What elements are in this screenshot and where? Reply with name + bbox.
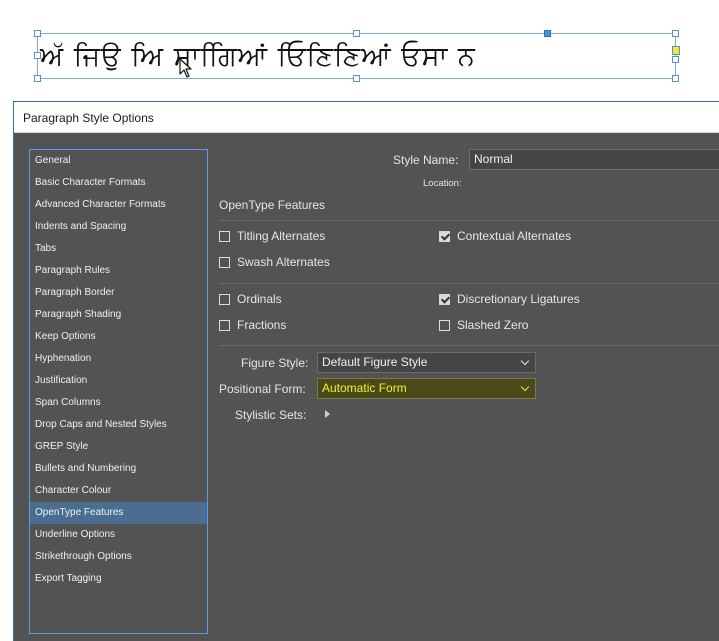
sidebar-item-character-colour[interactable]: Character Colour <box>30 480 207 502</box>
frame-handle-anchor[interactable] <box>544 30 551 37</box>
sidebar-item-advanced-character-formats[interactable]: Advanced Character Formats <box>30 194 207 216</box>
frame-handle-top-left[interactable] <box>34 30 41 37</box>
fractions-checkbox[interactable] <box>219 320 230 331</box>
selected-text-frame[interactable]: ਅੱ ਜਿਉ ਅਿ ਸਾਗਿਿਆਂ ਓਿਣਿਣਿਆਂ ਓਸਾ ਨ <box>37 33 676 79</box>
titling-alternates-checkbox[interactable] <box>219 231 230 242</box>
swash-alternates-checkbox[interactable] <box>219 257 230 268</box>
sidebar-item-export-tagging[interactable]: Export Tagging <box>30 568 207 590</box>
positional-form-value: Automatic Form <box>322 381 407 395</box>
frame-handle-bottom-center[interactable] <box>353 75 360 82</box>
style-name-field[interactable]: Normal <box>469 149 719 170</box>
swash-alternates-label[interactable]: Swash Alternates <box>237 255 330 269</box>
contextual-alternates-label[interactable]: Contextual Alternates <box>457 229 571 243</box>
location-label: Location: <box>423 178 462 189</box>
ordinals-checkbox[interactable] <box>219 294 230 305</box>
sidebar-item-bullets-and-numbering[interactable]: Bullets and Numbering <box>30 458 207 480</box>
sidebar-item-indents-and-spacing[interactable]: Indents and Spacing <box>30 216 207 238</box>
discretionary-ligatures-checkbox[interactable] <box>439 294 450 305</box>
mouse-pointer-icon <box>179 58 192 78</box>
frame-handle-middle-right[interactable] <box>672 56 679 63</box>
paragraph-style-options-dialog: Paragraph Style Options General Basic Cha… <box>13 101 719 641</box>
sidebar-item-paragraph-rules[interactable]: Paragraph Rules <box>30 260 207 282</box>
sidebar-item-drop-caps-and-nested-styles[interactable]: Drop Caps and Nested Styles <box>30 414 207 436</box>
ordinals-label[interactable]: Ordinals <box>237 292 282 306</box>
slashed-zero-label[interactable]: Slashed Zero <box>457 318 528 332</box>
sidebar-item-paragraph-border[interactable]: Paragraph Border <box>30 282 207 304</box>
chevron-down-icon <box>520 382 530 392</box>
frame-handle-top-right[interactable] <box>672 30 679 37</box>
positional-form-dropdown[interactable]: Automatic Form <box>317 378 536 399</box>
positional-form-label: Positional Form: <box>219 382 306 396</box>
divider <box>219 220 719 221</box>
stylistic-sets-expand-icon[interactable] <box>325 410 330 418</box>
frame-handle-middle-left[interactable] <box>34 52 41 59</box>
dialog-titlebar[interactable]: Paragraph Style Options <box>14 102 719 133</box>
sidebar-item-justification[interactable]: Justification <box>30 370 207 392</box>
stylistic-sets-label: Stylistic Sets: <box>235 408 307 422</box>
dialog-title: Paragraph Style Options <box>23 111 154 125</box>
sidebar-item-basic-character-formats[interactable]: Basic Character Formats <box>30 172 207 194</box>
sidebar-item-span-columns[interactable]: Span Columns <box>30 392 207 414</box>
style-name-label: Style Name: <box>393 153 459 167</box>
frame-handle-bottom-right[interactable] <box>672 75 679 82</box>
figure-style-dropdown[interactable]: Default Figure Style <box>317 352 536 373</box>
section-title: OpenType Features <box>219 198 326 212</box>
divider <box>219 283 719 284</box>
fractions-label[interactable]: Fractions <box>237 318 286 332</box>
sidebar-item-opentype-features[interactable]: OpenType Features <box>30 502 207 524</box>
slashed-zero-checkbox[interactable] <box>439 320 450 331</box>
frame-handle-bottom-left[interactable] <box>34 75 41 82</box>
figure-style-label: Figure Style: <box>241 356 309 370</box>
titling-alternates-label[interactable]: Titling Alternates <box>237 229 325 243</box>
figure-style-value: Default Figure Style <box>322 355 428 369</box>
sidebar-item-general[interactable]: General <box>30 150 207 172</box>
sidebar-item-tabs[interactable]: Tabs <box>30 238 207 260</box>
sidebar-item-underline-options[interactable]: Underline Options <box>30 524 207 546</box>
discretionary-ligatures-label[interactable]: Discretionary Ligatures <box>457 292 580 306</box>
sidebar-item-strikethrough-options[interactable]: Strikethrough Options <box>30 546 207 568</box>
divider <box>219 345 719 346</box>
sidebar-item-keep-options[interactable]: Keep Options <box>30 326 207 348</box>
sidebar-item-grep-style[interactable]: GREP Style <box>30 436 207 458</box>
sidebar-item-paragraph-shading[interactable]: Paragraph Shading <box>30 304 207 326</box>
sidebar-item-hyphenation[interactable]: Hyphenation <box>30 348 207 370</box>
sample-text: ਅੱ ਜਿਉ ਅਿ ਸਾਗਿਿਆਂ ਓਿਣਿਣਿਆਂ ਓਸਾ ਨ <box>40 41 476 72</box>
chevron-down-icon <box>520 356 530 366</box>
category-list[interactable]: General Basic Character Formats Advanced C… <box>29 149 208 634</box>
frame-handle-top-center[interactable] <box>353 30 360 37</box>
frame-out-port[interactable] <box>672 46 680 55</box>
contextual-alternates-checkbox[interactable] <box>439 231 450 242</box>
